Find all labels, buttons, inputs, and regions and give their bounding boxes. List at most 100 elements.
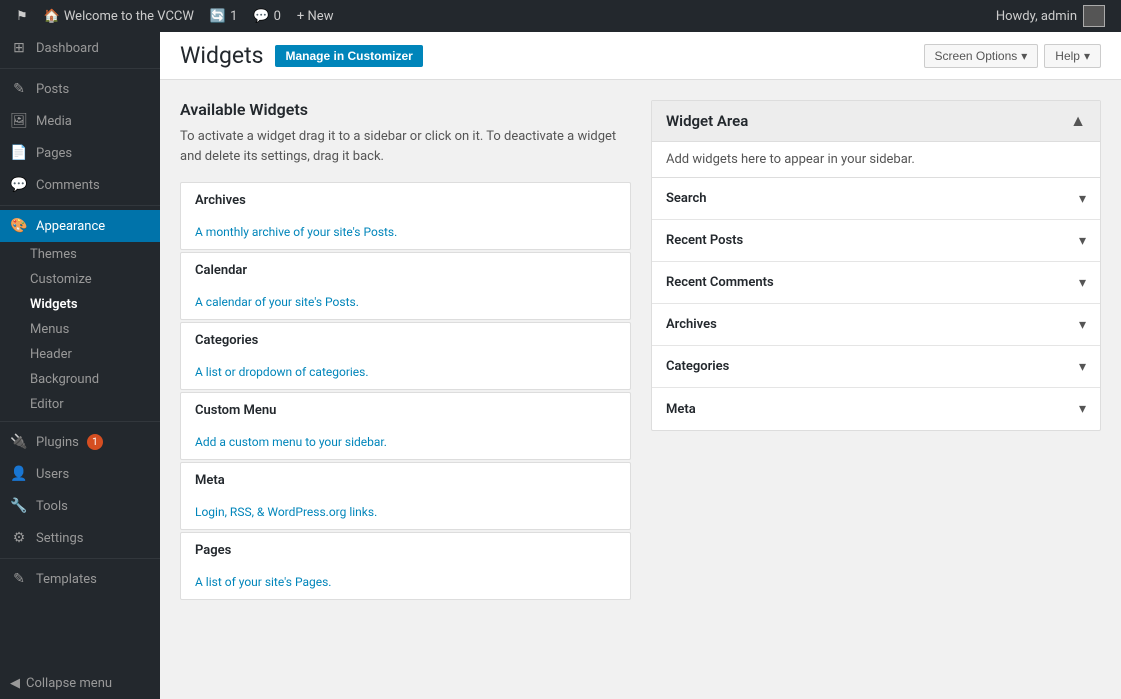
screen-options-arrow-icon: ▾ [1021, 49, 1027, 63]
sidebar-sub-header[interactable]: Header [0, 342, 160, 367]
home-icon: 🏠 [44, 9, 60, 24]
sidebar-item-posts[interactable]: ✎ Posts [0, 73, 160, 105]
widget-area-recent-comments-arrow[interactable]: ▾ [1079, 275, 1086, 291]
widget-area-row-recent-comments[interactable]: Recent Comments ▾ [652, 262, 1100, 304]
content-area: Available Widgets To activate a widget d… [160, 80, 1121, 622]
sidebar-item-tools[interactable]: 🔧 Tools [0, 490, 160, 522]
widget-area-box: Widget Area ▲ Add widgets here to appear… [651, 100, 1101, 431]
sidebar-label-media: Media [36, 114, 72, 129]
widget-meta-title[interactable]: Meta [181, 463, 630, 499]
widget-meta[interactable]: Meta Login, RSS, & WordPress.org links. [180, 462, 631, 530]
updates-count: 1 [230, 9, 237, 24]
sidebar-sub-background[interactable]: Background [0, 367, 160, 392]
widget-area-row-archives[interactable]: Archives ▾ [652, 304, 1100, 346]
available-widgets-desc: To activate a widget drag it to a sideba… [180, 127, 631, 166]
comments-icon: 💬 [253, 9, 269, 24]
avatar [1083, 5, 1105, 27]
site-name-item[interactable]: 🏠 Welcome to the VCCW [36, 0, 202, 32]
widget-area-collapse-icon[interactable]: ▲ [1070, 111, 1086, 131]
widget-calendar[interactable]: Calendar A calendar of your site's Posts… [180, 252, 631, 320]
collapse-icon: ◀ [10, 676, 20, 691]
header-label: Header [30, 347, 72, 362]
help-button[interactable]: Help ▾ [1044, 44, 1101, 68]
sidebar-sub-customize[interactable]: Customize [0, 267, 160, 292]
divider-2 [0, 205, 160, 206]
page-header: Widgets Manage in Customizer Screen Opti… [160, 32, 1121, 80]
widget-area-recent-posts-label: Recent Posts [666, 233, 743, 248]
widget-area-header: Widget Area ▲ [652, 101, 1100, 142]
widget-categories[interactable]: Categories A list or dropdown of categor… [180, 322, 631, 390]
sidebar-item-appearance[interactable]: 🎨 Appearance [0, 210, 160, 242]
widget-pages-desc: A list of your site's Pages. [181, 569, 630, 599]
divider-4 [0, 558, 160, 559]
templates-icon: ✎ [10, 571, 28, 587]
sidebar-label-users: Users [36, 467, 69, 482]
sidebar-item-pages[interactable]: 📄 Pages [0, 137, 160, 169]
howdy-text: Howdy, admin [996, 9, 1077, 24]
sidebar-sub-menus[interactable]: Menus [0, 317, 160, 342]
sidebar-item-templates[interactable]: ✎ Templates [0, 563, 160, 595]
widget-pages-title[interactable]: Pages [181, 533, 630, 569]
screen-options-button[interactable]: Screen Options ▾ [924, 44, 1039, 68]
widget-area-row-search[interactable]: Search ▾ [652, 178, 1100, 220]
widget-custom-menu-desc: Add a custom menu to your sidebar. [181, 429, 630, 459]
sidebar-sub-themes[interactable]: Themes [0, 242, 160, 267]
available-widgets-panel: Available Widgets To activate a widget d… [180, 100, 631, 602]
settings-icon: ⚙ [10, 530, 28, 546]
sidebar-item-users[interactable]: 👤 Users [0, 458, 160, 490]
widget-area-row-categories[interactable]: Categories ▾ [652, 346, 1100, 388]
header-actions: Screen Options ▾ Help ▾ [924, 44, 1101, 68]
posts-icon: ✎ [10, 81, 28, 97]
new-label: + New [297, 9, 334, 24]
new-item[interactable]: + New [289, 0, 342, 32]
widgets-label: Widgets [30, 297, 78, 312]
widget-area-recent-posts-arrow[interactable]: ▾ [1079, 233, 1086, 249]
sidebar-item-plugins[interactable]: 🔌 Plugins 1 [0, 426, 160, 458]
sidebar-label-templates: Templates [36, 572, 97, 587]
widget-calendar-desc: A calendar of your site's Posts. [181, 289, 630, 319]
widget-meta-desc: Login, RSS, & WordPress.org links. [181, 499, 630, 529]
widget-area-recent-comments-label: Recent Comments [666, 275, 774, 290]
plugins-icon: 🔌 [10, 434, 28, 450]
users-icon: 👤 [10, 466, 28, 482]
widget-archives-desc: A monthly archive of your site's Posts. [181, 219, 630, 249]
widget-area-meta-arrow[interactable]: ▾ [1079, 401, 1086, 417]
sidebar-item-comments[interactable]: 💬 Comments [0, 169, 160, 201]
widget-area-row-meta[interactable]: Meta ▾ [652, 388, 1100, 430]
pages-icon: 📄 [10, 145, 28, 161]
page-title: Widgets [180, 42, 263, 69]
comments-nav-icon: 💬 [10, 177, 28, 193]
collapse-menu[interactable]: ◀ Collapse menu [0, 668, 160, 699]
widget-categories-title[interactable]: Categories [181, 323, 630, 359]
widget-area-search-arrow[interactable]: ▾ [1079, 191, 1086, 207]
wp-logo-item[interactable]: ⚑ [8, 0, 36, 32]
widget-custom-menu-title[interactable]: Custom Menu [181, 393, 630, 429]
howdy-area[interactable]: Howdy, admin [988, 5, 1113, 27]
divider-3 [0, 421, 160, 422]
updates-icon: 🔄 [210, 9, 226, 24]
sidebar-item-dashboard[interactable]: ⊞ Dashboard [0, 32, 160, 64]
widget-area-categories-arrow[interactable]: ▾ [1079, 359, 1086, 375]
widget-categories-desc: A list or dropdown of categories. [181, 359, 630, 389]
page-title-area: Widgets Manage in Customizer [180, 42, 423, 69]
widget-area-archives-arrow[interactable]: ▾ [1079, 317, 1086, 333]
sidebar-label-plugins: Plugins [36, 435, 79, 450]
widget-area-search-label: Search [666, 191, 707, 206]
widget-calendar-title[interactable]: Calendar [181, 253, 630, 289]
sidebar-sub-widgets[interactable]: Widgets [0, 292, 160, 317]
widget-custom-menu[interactable]: Custom Menu Add a custom menu to your si… [180, 392, 631, 460]
sidebar-item-media[interactable]: 🖼 Media [0, 105, 160, 137]
widget-archives[interactable]: Archives A monthly archive of your site'… [180, 182, 631, 250]
comments-item[interactable]: 💬 0 [245, 0, 289, 32]
widget-area-categories-label: Categories [666, 359, 729, 374]
sidebar-label-settings: Settings [36, 531, 83, 546]
widget-archives-title[interactable]: Archives [181, 183, 630, 219]
sidebar-item-settings[interactable]: ⚙ Settings [0, 522, 160, 554]
collapse-label: Collapse menu [26, 676, 112, 691]
sidebar-sub-editor[interactable]: Editor [0, 392, 160, 417]
updates-item[interactable]: 🔄 1 [202, 0, 246, 32]
manage-customizer-button[interactable]: Manage in Customizer [275, 45, 422, 67]
widget-area-row-recent-posts[interactable]: Recent Posts ▾ [652, 220, 1100, 262]
widget-pages[interactable]: Pages A list of your site's Pages. [180, 532, 631, 600]
screen-options-label: Screen Options [935, 49, 1018, 63]
